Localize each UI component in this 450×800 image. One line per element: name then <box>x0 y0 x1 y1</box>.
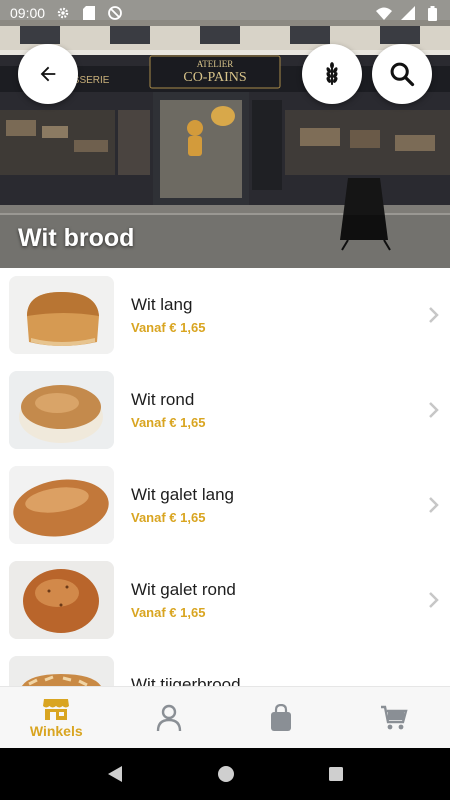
product-name: Wit galet rond <box>131 580 236 599</box>
status-time: 09:00 <box>10 5 46 21</box>
nav-item-cart[interactable] <box>338 687 450 748</box>
chevron-right-icon <box>429 497 439 513</box>
product-name: Wit galet lang <box>131 485 234 504</box>
product-price: Vanaf € 1,65 <box>131 320 206 335</box>
system-recents-icon[interactable] <box>328 766 344 782</box>
nav-item-account[interactable] <box>113 687 226 748</box>
chevron-right-icon <box>429 307 439 323</box>
long-galet-bread-image <box>9 466 114 544</box>
search-icon <box>390 62 415 87</box>
nav-item-orders[interactable] <box>225 687 338 748</box>
shopping-bag-icon <box>271 703 292 731</box>
chevron-right-icon <box>429 592 439 608</box>
product-name: Wit rond <box>131 390 195 409</box>
svg-text:CO-PAINS: CO-PAINS <box>183 70 246 85</box>
signal-icon <box>400 5 416 21</box>
svg-text:ATELIER: ATELIER <box>197 59 234 69</box>
round-white-bread-image <box>9 371 114 449</box>
chevron-right-icon <box>429 402 439 418</box>
product-price: Vanaf € 1,65 <box>131 605 206 620</box>
status-bar: 09:00 <box>0 0 450 26</box>
battery-icon <box>424 5 440 21</box>
user-icon <box>156 704 181 731</box>
store-icon <box>43 698 70 720</box>
list-item[interactable]: Wit tijgerbrood <box>0 648 450 686</box>
bottom-navigation: Winkels <box>0 686 450 748</box>
system-navigation-bar <box>0 748 450 800</box>
long-white-bread-image <box>9 276 114 354</box>
cart-icon <box>380 705 408 729</box>
list-item[interactable]: Wit galet rond Vanaf € 1,65 <box>0 553 450 648</box>
wheat-grain-icon <box>326 62 338 85</box>
search-button[interactable] <box>372 44 432 104</box>
arrow-left-icon <box>40 66 56 82</box>
back-button[interactable] <box>18 44 78 104</box>
settings-icon <box>55 5 71 21</box>
product-list: Wit lang Vanaf € 1,65 Wit rond Vanaf € 1… <box>0 268 450 686</box>
list-item[interactable]: Wit lang Vanaf € 1,65 <box>0 268 450 363</box>
system-home-icon[interactable] <box>217 765 235 783</box>
wifi-icon <box>376 5 392 21</box>
do-not-disturb-icon <box>107 5 123 21</box>
page-title: Wit brood <box>18 224 135 252</box>
tiger-bread-image <box>9 656 114 686</box>
round-galet-bread-image <box>9 561 114 639</box>
hero-banner: ATELIER CO-PAINS MERIE ISSERIE Wit brood <box>0 0 450 268</box>
sd-card-icon <box>81 5 97 21</box>
nav-label-winkels: Winkels <box>29 722 83 739</box>
product-name: Wit lang <box>131 295 193 314</box>
product-price: Vanaf € 1,65 <box>131 415 206 430</box>
system-back-icon[interactable] <box>106 765 124 783</box>
product-price: Vanaf € 1,65 <box>131 510 206 525</box>
list-item[interactable]: Wit rond Vanaf € 1,65 <box>0 363 450 458</box>
product-name: Wit tijgerbrood <box>131 675 241 686</box>
grain-filter-button[interactable] <box>302 44 362 104</box>
nav-item-winkels[interactable]: Winkels <box>0 687 113 748</box>
list-item[interactable]: Wit galet lang Vanaf € 1,65 <box>0 458 450 553</box>
